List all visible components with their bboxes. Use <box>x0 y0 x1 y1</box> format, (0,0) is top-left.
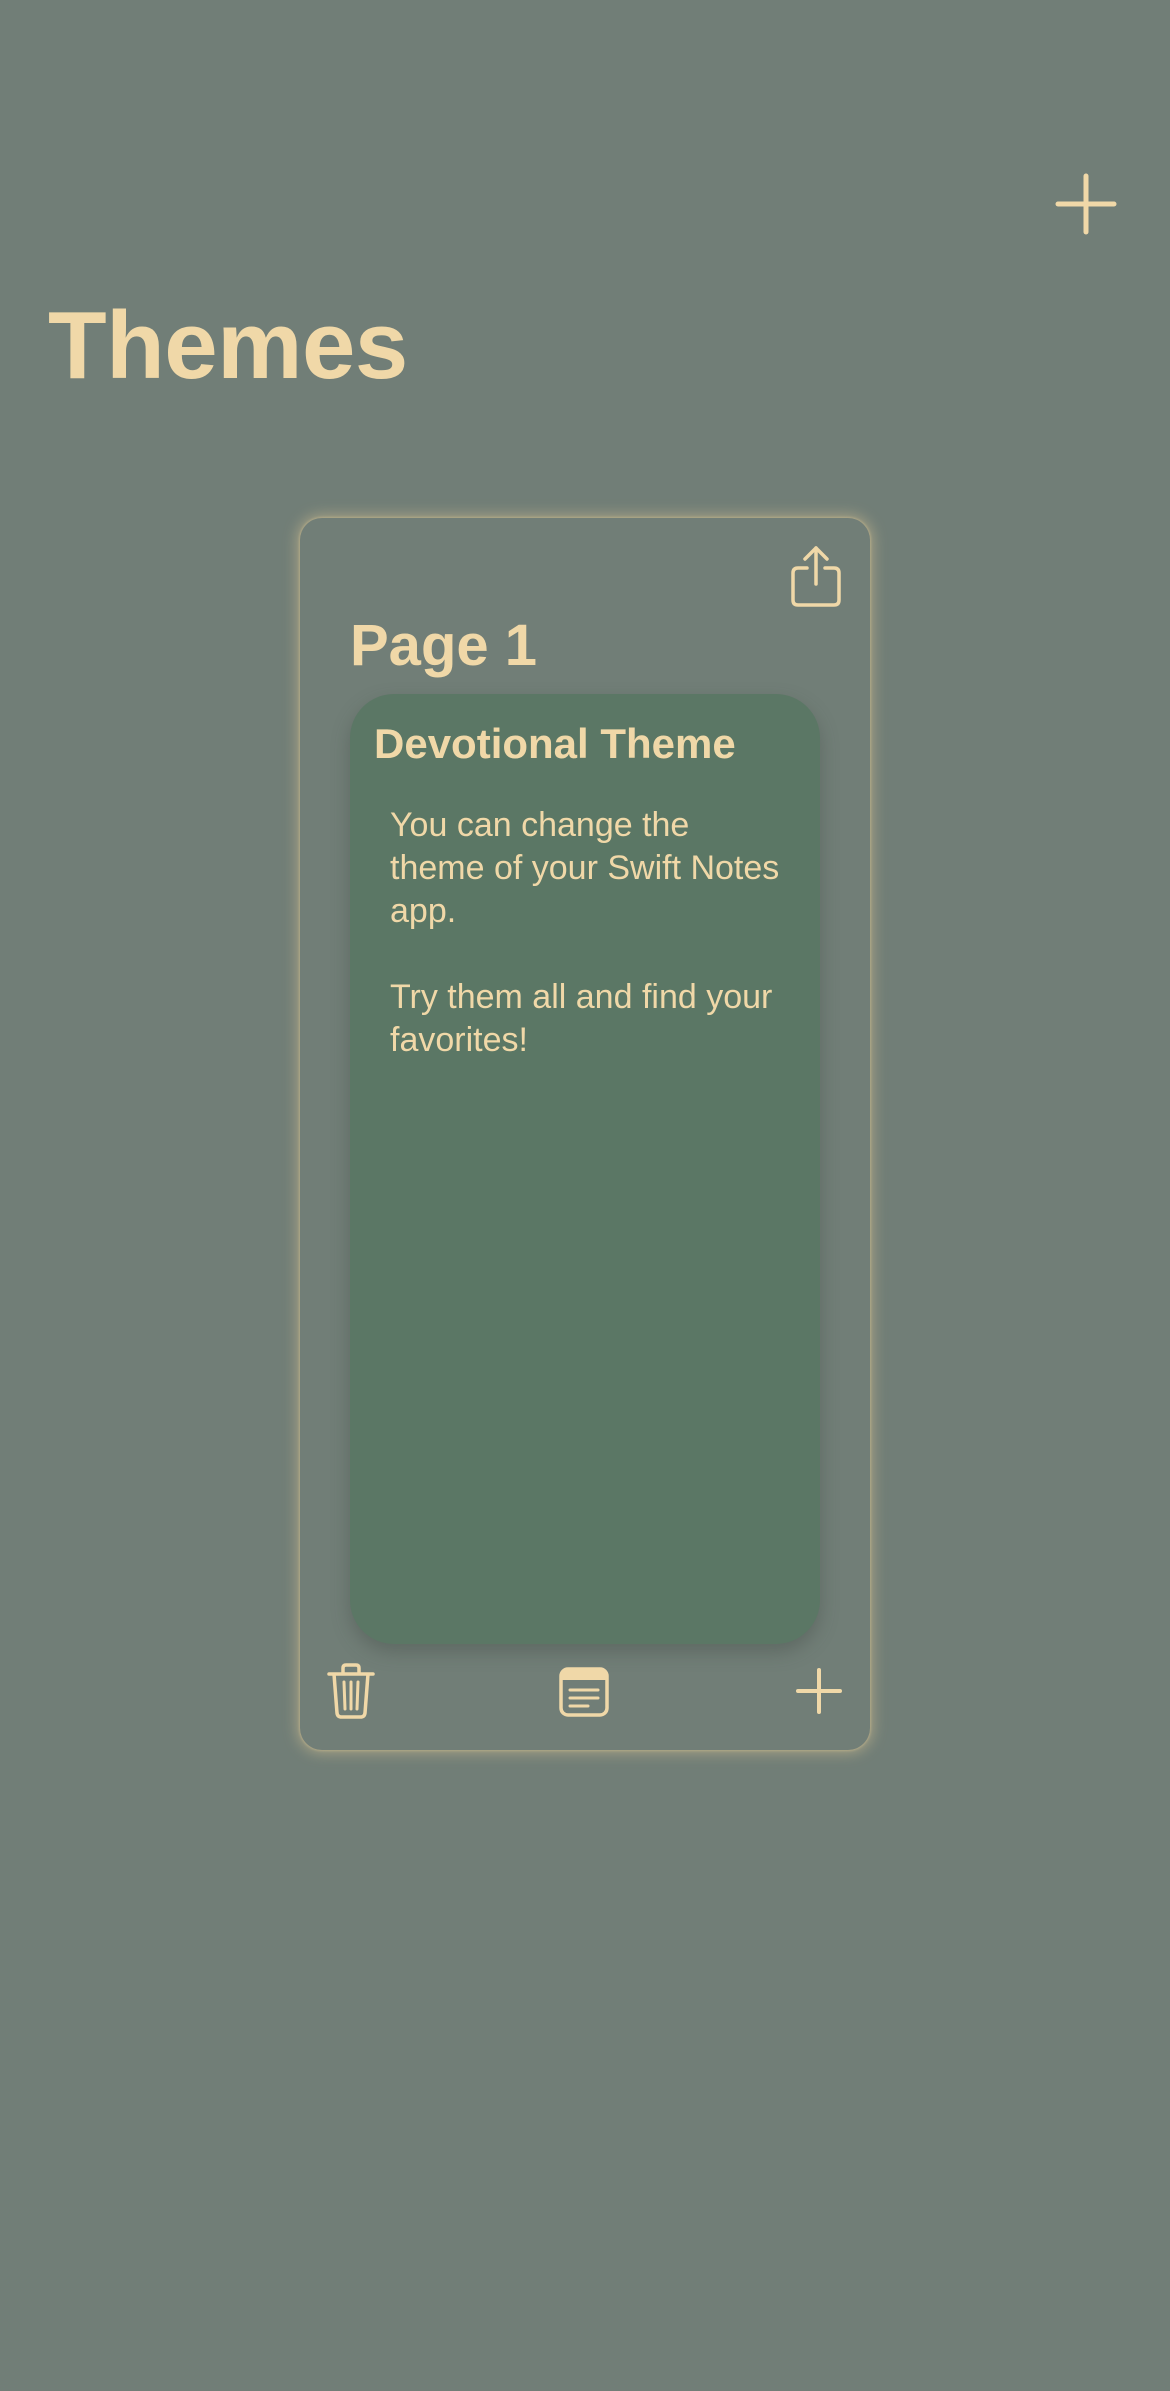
note-paragraph: Try them all and find your favorites! <box>390 978 773 1059</box>
plus-icon <box>796 1668 842 1714</box>
note-body: You can change the theme of your Swift N… <box>390 804 790 1105</box>
note-title: Devotional Theme <box>374 720 736 767</box>
notes-button[interactable] <box>558 1666 610 1718</box>
plus-icon <box>1055 173 1117 235</box>
trash-icon <box>327 1663 375 1719</box>
note-card[interactable]: Devotional Theme You can change the them… <box>350 694 820 1644</box>
page-title: Themes <box>48 292 408 399</box>
add-page-button[interactable] <box>1054 172 1118 236</box>
add-note-button[interactable] <box>794 1666 844 1716</box>
share-icon <box>791 546 841 607</box>
share-button[interactable] <box>788 544 844 608</box>
page-label: Page 1 <box>350 613 537 678</box>
note-list-icon <box>559 1667 609 1717</box>
book-card[interactable]: Page 1 Devotional Theme You can change t… <box>300 518 870 1750</box>
delete-button[interactable] <box>326 1662 376 1720</box>
note-paragraph: You can change the theme of your Swift N… <box>390 806 780 930</box>
